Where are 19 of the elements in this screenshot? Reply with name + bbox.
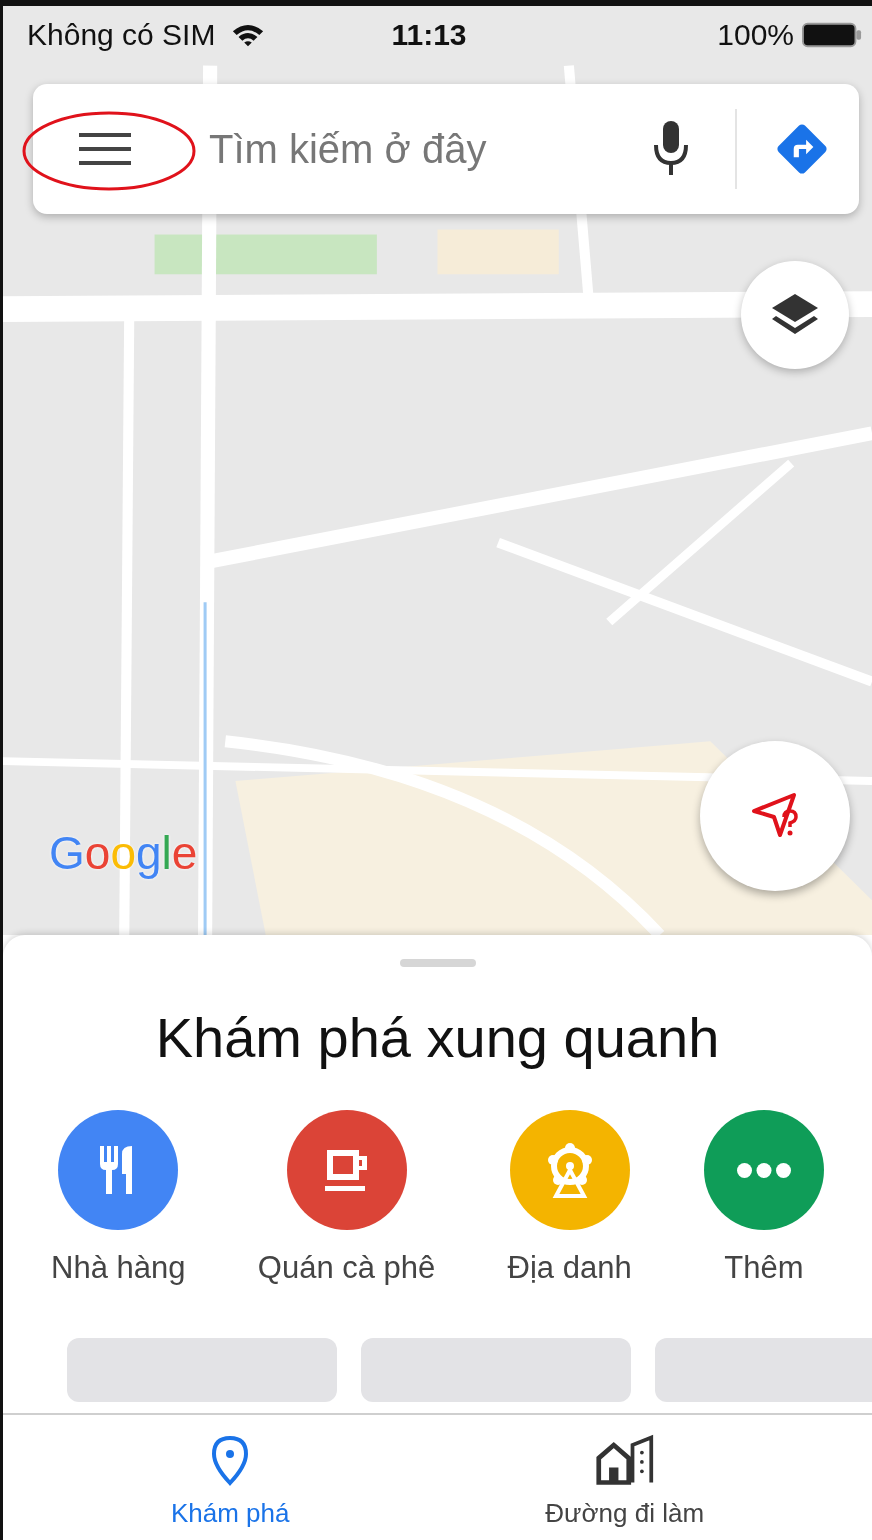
clock-time: 11:13 — [391, 18, 467, 52]
category-button[interactable]: Thêm — [703, 1110, 824, 1286]
category-button[interactable]: Nhà hàng — [51, 1110, 186, 1286]
drag-handle[interactable] — [399, 959, 476, 967]
category-button[interactable]: Quán cà phê — [257, 1110, 436, 1286]
microphone-icon[interactable] — [651, 121, 691, 177]
tab[interactable]: Đường đi làm — [539, 1433, 711, 1530]
battery-icon — [802, 21, 862, 49]
category-button[interactable]: Địa danh — [507, 1110, 632, 1286]
sheet-title: Khám phá xung quanh — [154, 1005, 721, 1070]
battery-percent: 100% — [717, 18, 794, 52]
google-logo: Google — [49, 826, 198, 880]
tab[interactable]: Khám phá — [164, 1433, 296, 1530]
house-building-icon — [594, 1434, 655, 1486]
more-dots-icon — [736, 1162, 791, 1178]
search-field[interactable]: Tìm kiếm ở đây — [207, 125, 651, 173]
menu-icon — [79, 131, 131, 167]
carrier-name: Không có SIM — [27, 18, 216, 52]
wifi-icon — [231, 22, 266, 48]
